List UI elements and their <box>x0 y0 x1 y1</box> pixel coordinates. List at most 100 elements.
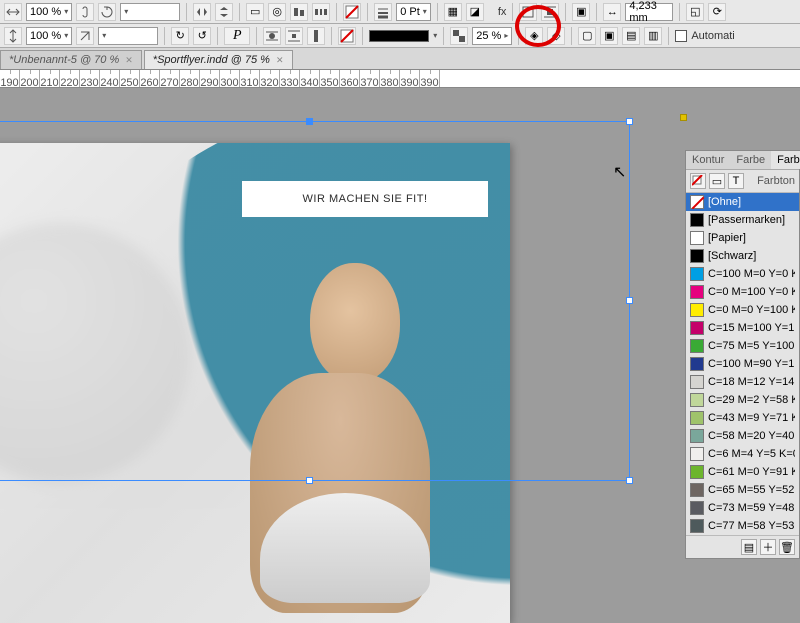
paragraph-style-icon[interactable]: P <box>224 27 250 45</box>
horizontal-ruler[interactable]: 1902002102202302402502602702802903003103… <box>0 70 800 88</box>
stroke-none-icon[interactable] <box>338 27 356 45</box>
document-tab-1[interactable]: *Sportflyer.indd @ 75 %✕ <box>144 50 293 69</box>
separator <box>596 3 597 21</box>
swatch-row[interactable]: C=15 M=100 Y=1 <box>686 319 799 337</box>
new-swatch-button-icon[interactable]: ＋ <box>760 539 776 555</box>
panel-tab-farbfelder[interactable]: Farb <box>771 151 800 169</box>
scale-x-icon[interactable] <box>4 3 22 21</box>
document-page[interactable]: WIR MACHEN SIE FIT! <box>0 143 510 623</box>
swatch-row[interactable]: C=6 M=4 Y=5 K=0 <box>686 445 799 463</box>
effects-icon[interactable]: ▦ <box>444 3 462 21</box>
fit-content-icon[interactable]: ▢ <box>578 27 596 45</box>
fill-none-icon[interactable] <box>343 3 361 21</box>
distribute-icon[interactable] <box>312 3 330 21</box>
text-wrap-none-icon[interactable] <box>519 3 537 21</box>
headline-text-frame[interactable]: WIR MACHEN SIE FIT! <box>242 181 488 217</box>
text-wrap-shape-icon[interactable]: ◈ <box>525 27 543 45</box>
swatch-row[interactable]: [Schwarz] <box>686 247 799 265</box>
swatch-row[interactable]: C=65 M=55 Y=52 K <box>686 481 799 499</box>
wrap-column-icon[interactable] <box>307 27 325 45</box>
ruler-tick: 380 <box>380 70 400 87</box>
swatch-row[interactable]: C=18 M=12 Y=14 K <box>686 373 799 391</box>
center-content-icon[interactable]: ▤ <box>622 27 640 45</box>
handle-rotation[interactable] <box>680 114 687 121</box>
opacity-icon[interactable] <box>450 27 468 45</box>
swatch-row[interactable]: C=58 M=20 Y=40 K <box>686 427 799 445</box>
corner-options-icon[interactable]: ◱ <box>686 3 704 21</box>
rotate-ccw-icon[interactable]: ↺ <box>193 27 211 45</box>
measure-icon[interactable]: ↔ <box>603 3 621 21</box>
formatting-container-icon[interactable]: ▭ <box>709 173 725 189</box>
handle-top-right[interactable] <box>626 118 633 125</box>
fill-stroke-toggle-icon[interactable] <box>690 173 706 189</box>
flip-v-icon[interactable] <box>215 3 233 21</box>
swatch-row[interactable]: [Passermarken] <box>686 211 799 229</box>
handle-bottom-right[interactable] <box>626 477 633 484</box>
select-content-icon[interactable]: ◎ <box>268 3 286 21</box>
frame-fit-icon[interactable]: ▣ <box>572 3 590 21</box>
opacity-dropdown[interactable]: 25 %▸ <box>472 27 512 45</box>
ruler-tick: 270 <box>160 70 180 87</box>
swatch-row[interactable]: C=100 M=0 Y=0 K <box>686 265 799 283</box>
swatch-label: C=75 M=5 Y=100 K <box>708 340 795 352</box>
chevron-right-icon: ▸ <box>504 31 508 40</box>
scale-y-dropdown[interactable]: 100 %▾ <box>26 27 72 45</box>
formatting-text-icon[interactable]: T <box>728 173 744 189</box>
rotate-cw-icon[interactable]: ↻ <box>171 27 189 45</box>
chevron-down-icon: ▾ <box>64 31 68 40</box>
automatic-checkbox[interactable] <box>675 30 687 42</box>
control-bar-row-1: 100 %▾ ▾ ▭ ◎ 0 Pt▾ ▦ ◪ fx ▣ ↔ 4,233 mm ◱… <box>0 0 800 24</box>
flip-h-icon[interactable] <box>193 3 211 21</box>
text-wrap-invert-icon[interactable]: ◇ <box>547 27 565 45</box>
transform-again-icon[interactable]: ⟳ <box>708 3 726 21</box>
swatch-row[interactable]: [Ohne] <box>686 193 799 211</box>
swatch-color-chip <box>690 213 704 227</box>
canvas[interactable]: WIR MACHEN SIE FIT! <box>0 88 800 600</box>
stroke-weight-icon[interactable] <box>374 3 392 21</box>
swatch-color-chip <box>690 375 704 389</box>
stroke-weight-dropdown[interactable]: 0 Pt▾ <box>396 3 431 21</box>
align-icon[interactable] <box>290 3 308 21</box>
scale-x-dropdown[interactable]: 100 %▾ <box>26 3 72 21</box>
swatch-row[interactable]: [Papier] <box>686 229 799 247</box>
swatch-row[interactable]: C=0 M=100 Y=0 K <box>686 283 799 301</box>
swatch-row[interactable]: C=73 M=59 Y=48 K <box>686 499 799 517</box>
constrain-proportions-icon[interactable] <box>76 3 94 21</box>
swatch-row[interactable]: C=61 M=0 Y=91 K <box>686 463 799 481</box>
document-tab-0[interactable]: *Unbenannt-5 @ 70 %✕ <box>0 50 142 69</box>
ruler-tick: 260 <box>140 70 160 87</box>
text-wrap-bounding-icon[interactable] <box>541 3 559 21</box>
new-swatch-icon[interactable]: ▤ <box>741 539 757 555</box>
fit-frame-icon[interactable]: ▣ <box>600 27 618 45</box>
stroke-style-dropdown[interactable] <box>369 30 429 42</box>
separator <box>668 27 669 45</box>
swatch-color-chip <box>690 249 704 263</box>
drop-shadow-icon[interactable]: ◪ <box>466 3 484 21</box>
handle-mid-right[interactable] <box>626 297 633 304</box>
wrap-object-icon[interactable] <box>263 27 281 45</box>
rotate-dropdown[interactable]: ▾ <box>120 3 180 21</box>
measure-input[interactable]: 4,233 mm <box>625 3 673 21</box>
swatch-row[interactable]: C=29 M=2 Y=58 K <box>686 391 799 409</box>
panel-tab-kontur[interactable]: Kontur <box>686 151 730 169</box>
ruler-tick: 220 <box>60 70 80 87</box>
delete-swatch-icon[interactable]: 🗑 <box>779 539 795 555</box>
wrap-jump-icon[interactable] <box>285 27 303 45</box>
close-icon[interactable]: ✕ <box>125 55 133 66</box>
swatch-row[interactable]: C=43 M=9 Y=71 K <box>686 409 799 427</box>
shear-icon[interactable] <box>76 27 94 45</box>
panel-tab-farbe[interactable]: Farbe <box>730 151 771 169</box>
ruler-tick: 210 <box>40 70 60 87</box>
swatch-color-chip <box>690 447 704 461</box>
swatch-row[interactable]: C=0 M=0 Y=100 K <box>686 301 799 319</box>
swatch-row[interactable]: C=100 M=90 Y=1 <box>686 355 799 373</box>
scale-y-icon[interactable] <box>4 27 22 45</box>
handle-top-mid[interactable] <box>306 118 313 125</box>
swatch-row[interactable]: C=75 M=5 Y=100 K <box>686 337 799 355</box>
fit-proportional-icon[interactable]: ▥ <box>644 27 662 45</box>
swatch-row[interactable]: C=77 M=58 Y=53 K <box>686 517 799 535</box>
select-container-icon[interactable]: ▭ <box>246 3 264 21</box>
close-icon[interactable]: ✕ <box>276 55 284 66</box>
rotate-icon[interactable] <box>98 3 116 21</box>
shear-dropdown[interactable]: ▾ <box>98 27 158 45</box>
